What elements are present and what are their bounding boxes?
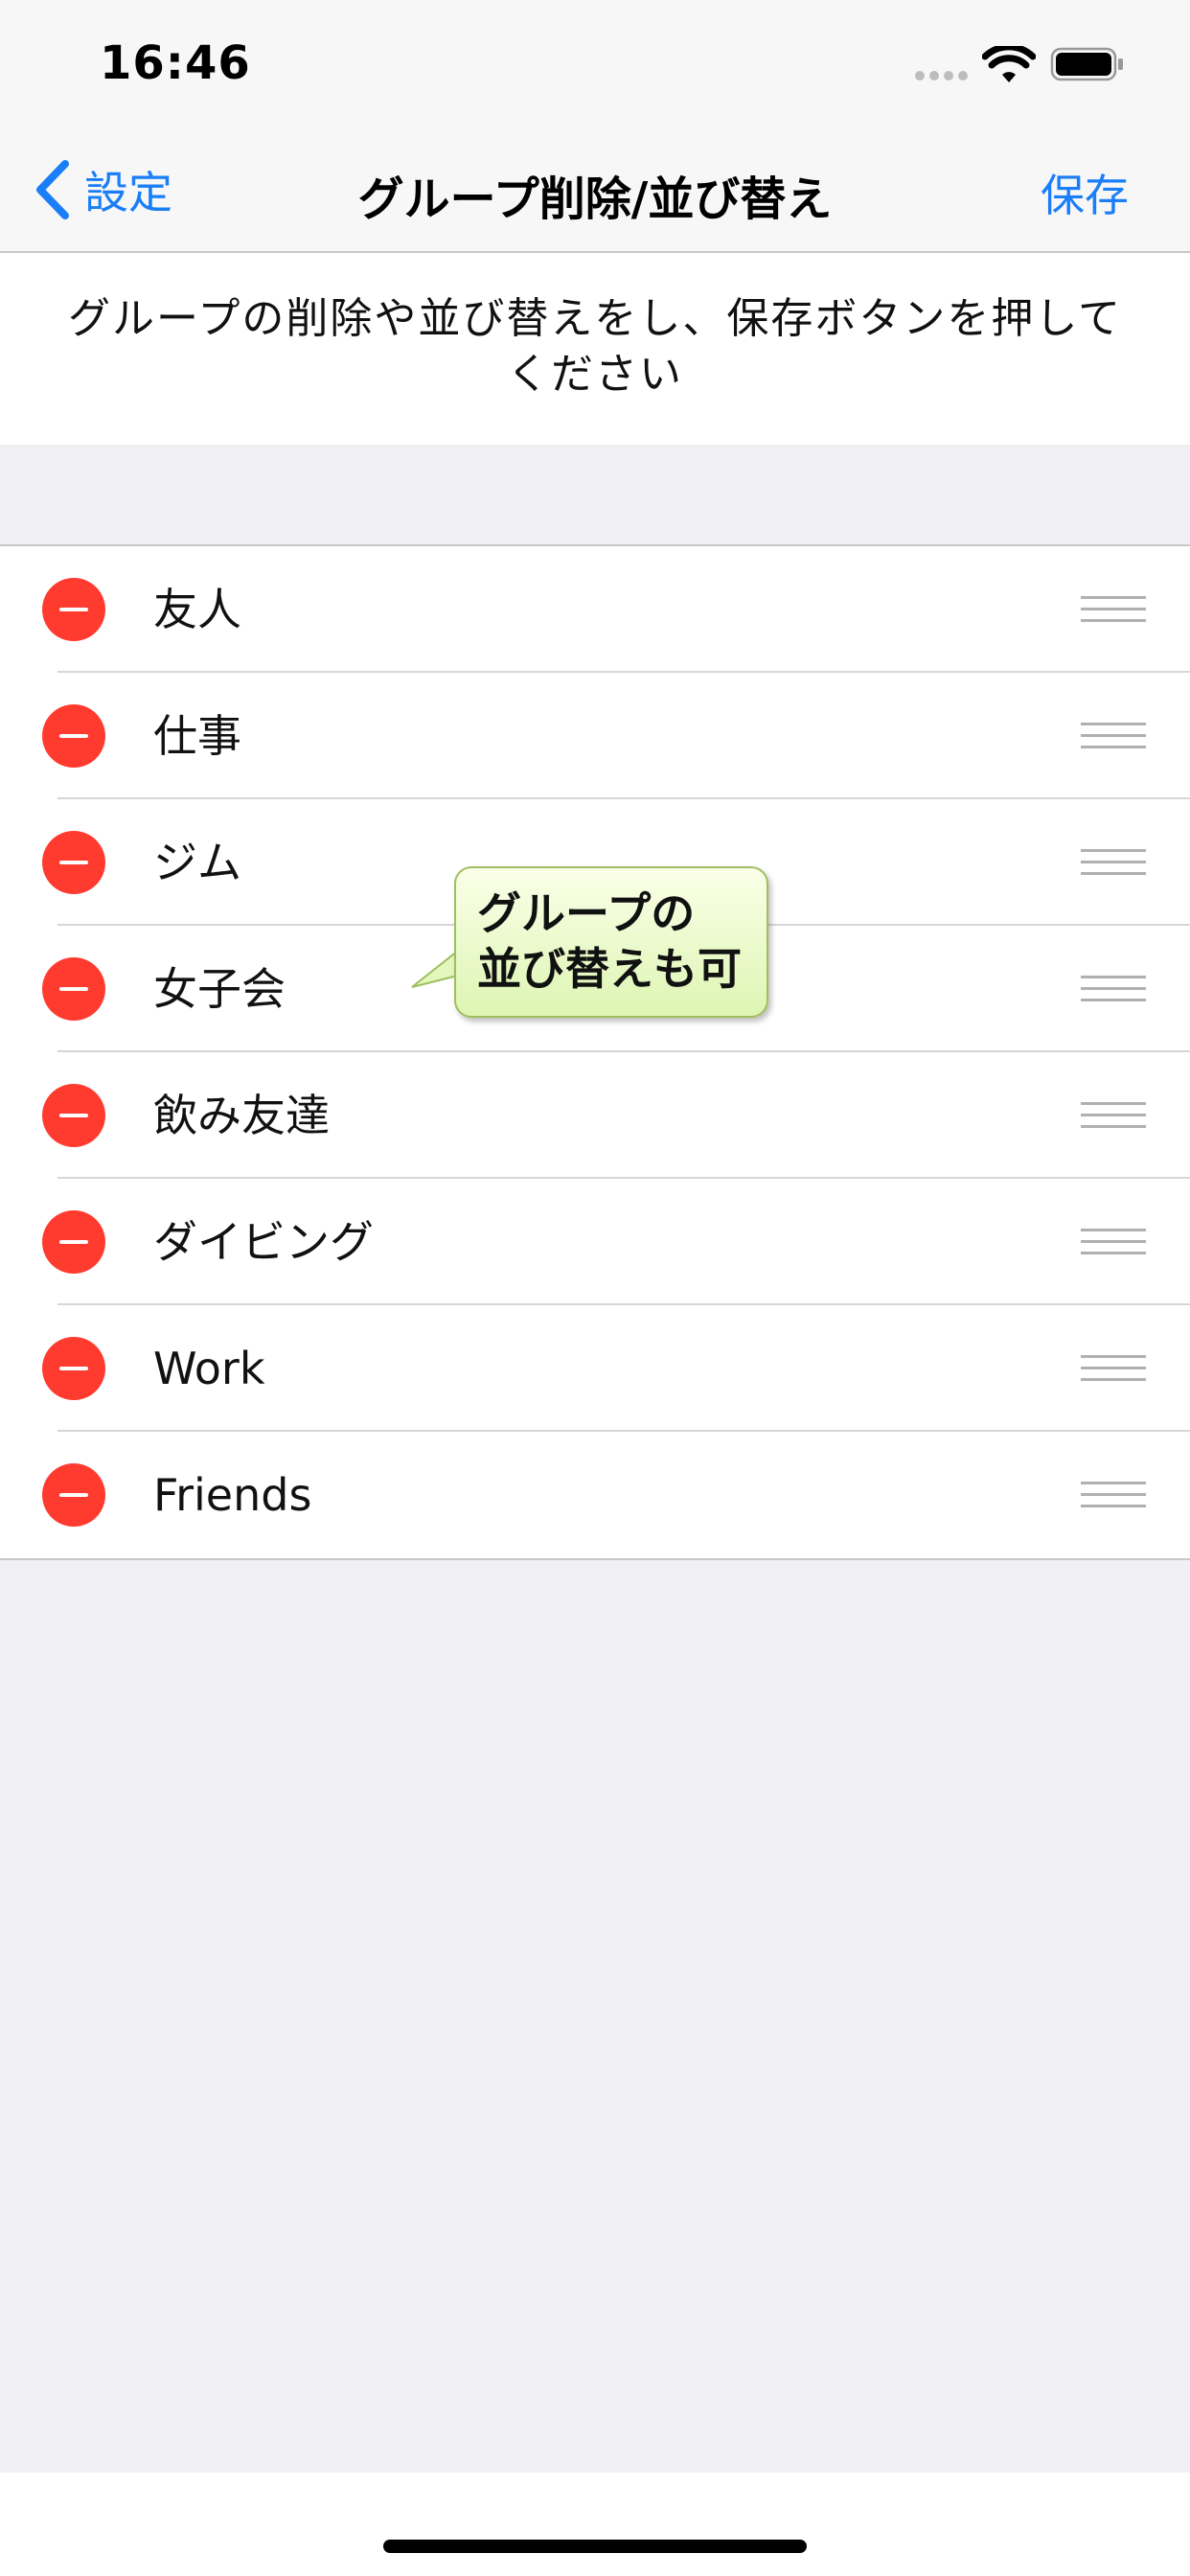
group-label: ダイビング bbox=[153, 1216, 374, 1268]
callout-line: 並び替えも可 bbox=[477, 943, 742, 995]
navigation-area: 16:46 設定 グループ削除/並び替え 保存 bbox=[0, 0, 1190, 253]
callout-tail bbox=[411, 949, 459, 988]
list-item[interactable]: Friends bbox=[0, 1432, 1190, 1558]
list-item[interactable]: ダイビング bbox=[0, 1179, 1190, 1305]
group-label: 女子会 bbox=[153, 963, 286, 1015]
delete-button[interactable] bbox=[42, 704, 105, 768]
list-item[interactable]: 友人 bbox=[0, 546, 1190, 673]
group-label: 仕事 bbox=[153, 710, 241, 762]
instruction-text: グループの削除や並び替えをし、保存ボタンを押してください bbox=[0, 253, 1190, 445]
signal-dots-icon bbox=[915, 71, 969, 80]
reorder-handle-icon[interactable] bbox=[1081, 849, 1146, 876]
group-label: Friends bbox=[153, 1469, 312, 1521]
group-list: 友人 仕事 ジム 女子会 飲み友達 ダイビング Work Friends bbox=[0, 544, 1190, 1560]
delete-button[interactable] bbox=[42, 1084, 105, 1147]
status-time: 16:46 bbox=[100, 36, 251, 90]
reorder-handle-icon[interactable] bbox=[1081, 1229, 1146, 1255]
list-item[interactable]: Work bbox=[0, 1305, 1190, 1432]
group-label: Work bbox=[153, 1343, 265, 1394]
battery-icon bbox=[1050, 47, 1123, 81]
delete-button[interactable] bbox=[42, 578, 105, 641]
reorder-handle-icon[interactable] bbox=[1081, 1355, 1146, 1382]
page-title: グループ削除/並び替え bbox=[357, 172, 833, 226]
home-area bbox=[0, 2472, 1190, 2576]
delete-button[interactable] bbox=[42, 831, 105, 894]
callout-line: グループの bbox=[477, 887, 696, 939]
callout-annotation: グループの 並び替えも可 bbox=[454, 866, 768, 1018]
reorder-handle-icon[interactable] bbox=[1081, 976, 1146, 1002]
save-button[interactable]: 保存 bbox=[1041, 161, 1129, 224]
list-item[interactable]: 飲み友達 bbox=[0, 1052, 1190, 1179]
group-label: 飲み友達 bbox=[153, 1090, 330, 1141]
reorder-handle-icon[interactable] bbox=[1081, 723, 1146, 749]
group-label: 友人 bbox=[153, 584, 241, 635]
list-item[interactable]: 仕事 bbox=[0, 673, 1190, 799]
delete-button[interactable] bbox=[42, 1210, 105, 1274]
reorder-handle-icon[interactable] bbox=[1081, 596, 1146, 623]
reorder-handle-icon[interactable] bbox=[1081, 1102, 1146, 1129]
wifi-icon bbox=[982, 46, 1036, 82]
delete-button[interactable] bbox=[42, 957, 105, 1021]
group-label: ジム bbox=[153, 837, 241, 888]
reorder-handle-icon[interactable] bbox=[1081, 1482, 1146, 1508]
delete-button[interactable] bbox=[42, 1463, 105, 1527]
home-indicator[interactable] bbox=[383, 2540, 807, 2553]
delete-button[interactable] bbox=[42, 1337, 105, 1400]
